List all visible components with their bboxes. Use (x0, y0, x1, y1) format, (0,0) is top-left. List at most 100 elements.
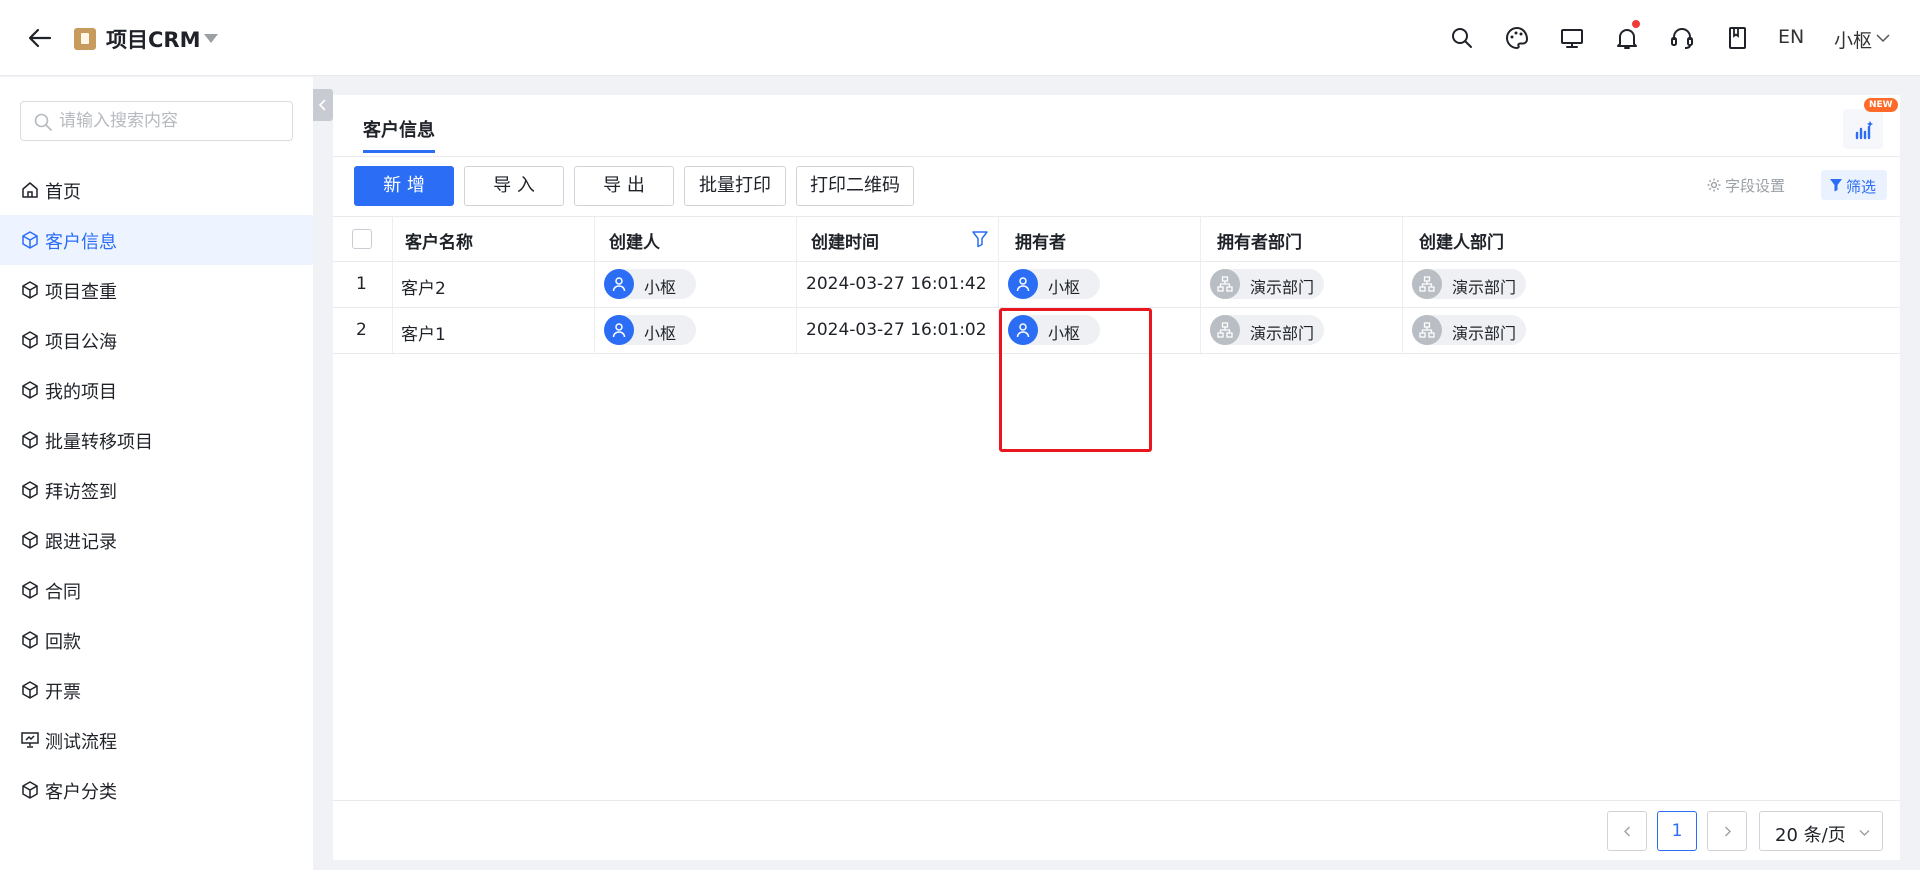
column-header-label: 创建时间 (811, 233, 879, 253)
sidebar-item-customer-category[interactable]: 客户分类 (0, 765, 313, 815)
main-panel: 客户信息 NEW 新 增 导 入 导 出 批量打印 打印二维码 字段设置 筛选 … (333, 95, 1900, 860)
sidebar-item-test-flow[interactable]: 测试流程 (0, 715, 313, 765)
print-qrcode-button[interactable]: 打印二维码 (796, 166, 914, 206)
owner-dept-cell: 演示部门 (1201, 308, 1403, 353)
row-index: 2 (356, 320, 367, 340)
active-tab-indicator (363, 150, 435, 153)
page-size-select[interactable]: 20 条/页 (1759, 811, 1883, 851)
sidebar-item-invoice[interactable]: 开票 (0, 665, 313, 715)
field-settings-label: 字段设置 (1725, 177, 1786, 195)
page-number-button[interactable]: 1 (1657, 811, 1697, 851)
top-bar: 项目CRM EN 小枢 (0, 0, 1920, 76)
sidebar-collapse-button[interactable] (313, 89, 333, 121)
department-name: 演示部门 (1452, 278, 1517, 297)
home-icon (22, 182, 38, 198)
sidebar-item-project-pool[interactable]: 项目公海 (0, 315, 313, 365)
select-all-checkbox[interactable] (352, 229, 372, 249)
search-input[interactable] (59, 106, 284, 136)
sidebar-item-label: 开票 (45, 682, 81, 703)
sidebar-item-customer-info[interactable]: 客户信息 (0, 215, 313, 265)
sidebar-item-label: 批量转移项目 (45, 432, 153, 453)
search-icon[interactable] (1448, 24, 1476, 52)
select-all-cell (333, 217, 393, 262)
tab-customer-info[interactable]: 客户信息 (363, 116, 435, 142)
import-button[interactable]: 导 入 (464, 166, 564, 206)
department-tag[interactable]: 演示部门 (1412, 269, 1526, 299)
column-header[interactable]: 拥有者 (999, 217, 1201, 262)
department-tag[interactable]: 演示部门 (1210, 269, 1324, 299)
user-icon (612, 277, 626, 292)
filter-icon (1830, 179, 1842, 192)
headset-icon[interactable] (1668, 24, 1696, 52)
highlight-box (999, 308, 1152, 452)
sidebar-item-project-dedup[interactable]: 项目查重 (0, 265, 313, 315)
user-name: 小枢 (1048, 278, 1081, 297)
sidebar-item-label: 测试流程 (45, 732, 117, 753)
filter-label: 筛选 (1846, 178, 1877, 196)
row-index-cell: 2 (333, 308, 393, 353)
sidebar-item-batch-transfer[interactable]: 批量转移项目 (0, 415, 313, 465)
row-index: 1 (356, 274, 367, 294)
user-menu[interactable]: 小枢 (1834, 26, 1872, 53)
app-title[interactable]: 项目CRM (106, 24, 200, 54)
creator-dept-cell: 演示部门 (1403, 262, 1900, 307)
batch-print-button[interactable]: 批量打印 (684, 166, 786, 206)
palette-icon[interactable] (1503, 24, 1531, 52)
monitor-icon[interactable] (1558, 24, 1586, 52)
sidebar-item-label: 项目公海 (45, 332, 117, 353)
column-header-label: 创建人部门 (1419, 233, 1504, 253)
name-cell[interactable]: 客户2 (393, 262, 595, 307)
sidebar-item-label: 我的项目 (45, 382, 117, 403)
next-page-button[interactable] (1707, 811, 1747, 851)
customer-name: 客户2 (401, 279, 446, 299)
prev-page-button[interactable] (1607, 811, 1647, 851)
filter-button[interactable]: 筛选 (1821, 170, 1887, 200)
divider (333, 156, 1900, 157)
name-cell[interactable]: 客户1 (393, 308, 595, 353)
column-filter-icon[interactable] (971, 230, 989, 248)
sidebar-item-label: 合同 (45, 582, 81, 603)
column-header[interactable]: 拥有者部门 (1201, 217, 1403, 262)
sidebar-search[interactable] (20, 101, 293, 141)
analytics-button[interactable] (1843, 109, 1883, 149)
book-icon[interactable] (1723, 24, 1751, 52)
column-header-label: 拥有者 (1015, 233, 1066, 253)
language-switch[interactable]: EN (1778, 26, 1804, 48)
user-icon (1016, 277, 1030, 292)
page-number: 1 (1671, 821, 1683, 841)
page-size-value: 20 条/页 (1775, 825, 1846, 846)
bell-icon[interactable] (1613, 20, 1641, 52)
column-header[interactable]: 创建人 (595, 217, 797, 262)
column-header[interactable]: 创建人部门 (1403, 217, 1900, 262)
org-chart-icon (1419, 322, 1435, 338)
sidebar-item-home[interactable]: 首页 (0, 165, 313, 215)
search-icon (34, 113, 52, 131)
column-header[interactable]: 客户名称 (393, 217, 595, 262)
export-button[interactable]: 导 出 (574, 166, 674, 206)
department-tag[interactable]: 演示部门 (1210, 315, 1324, 345)
user-tag[interactable]: 小枢 (604, 315, 696, 345)
column-header[interactable]: 创建时间 (797, 217, 999, 262)
department-tag[interactable]: 演示部门 (1412, 315, 1526, 345)
avatar (604, 315, 634, 345)
sidebar-item-label: 拜访签到 (45, 482, 117, 503)
row-index-cell: 1 (333, 262, 393, 307)
back-arrow-icon[interactable] (26, 24, 54, 52)
user-tag[interactable]: 小枢 (604, 269, 696, 299)
sidebar-item-visit-checkin[interactable]: 拜访签到 (0, 465, 313, 515)
sidebar-item-my-projects[interactable]: 我的项目 (0, 365, 313, 415)
column-header-label: 客户名称 (405, 233, 473, 253)
divider (333, 800, 1900, 801)
chevron-left-icon (1624, 826, 1630, 837)
user-name: 小枢 (644, 324, 677, 343)
sidebar-item-contract[interactable]: 合同 (0, 565, 313, 615)
add-button[interactable]: 新 增 (354, 166, 454, 206)
sidebar-item-payment[interactable]: 回款 (0, 615, 313, 665)
org-chart-icon (1217, 322, 1233, 338)
user-tag[interactable]: 小枢 (1008, 269, 1100, 299)
sidebar-item-follow-up[interactable]: 跟进记录 (0, 515, 313, 565)
field-settings-button[interactable]: 字段设置 (1707, 175, 1786, 196)
app-switch-caret-icon[interactable] (204, 34, 218, 43)
chevron-down-icon[interactable] (1875, 30, 1891, 46)
table-row[interactable]: 1 客户2 小枢 2024-03-27 16:01:42 小枢 演示部门 演示部… (333, 262, 1900, 308)
